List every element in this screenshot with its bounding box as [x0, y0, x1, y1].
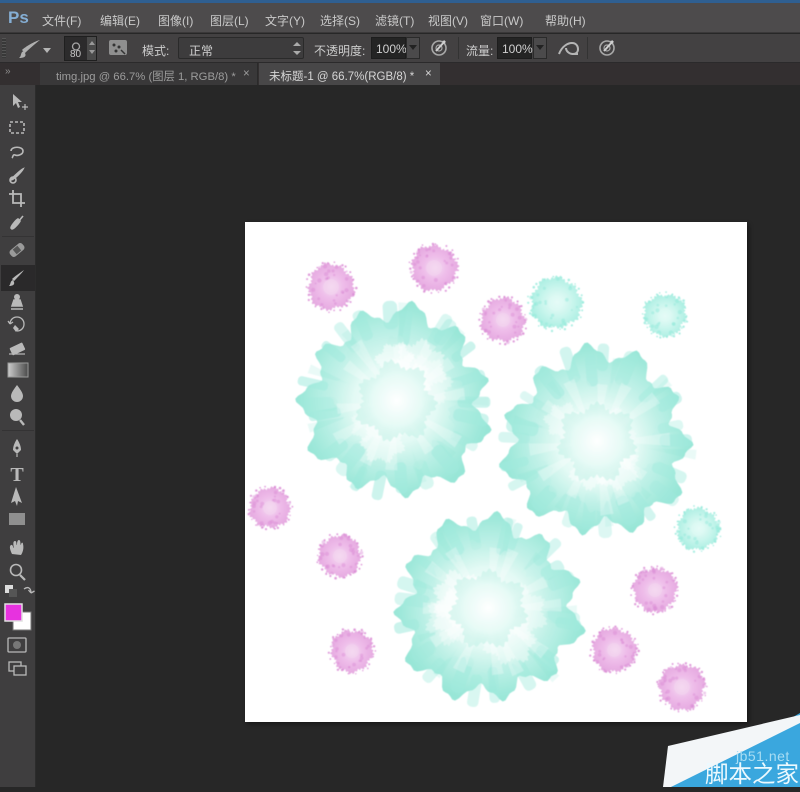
svg-text:T: T [10, 464, 24, 486]
svg-text:脚本之家: 脚本之家 [705, 761, 799, 787]
